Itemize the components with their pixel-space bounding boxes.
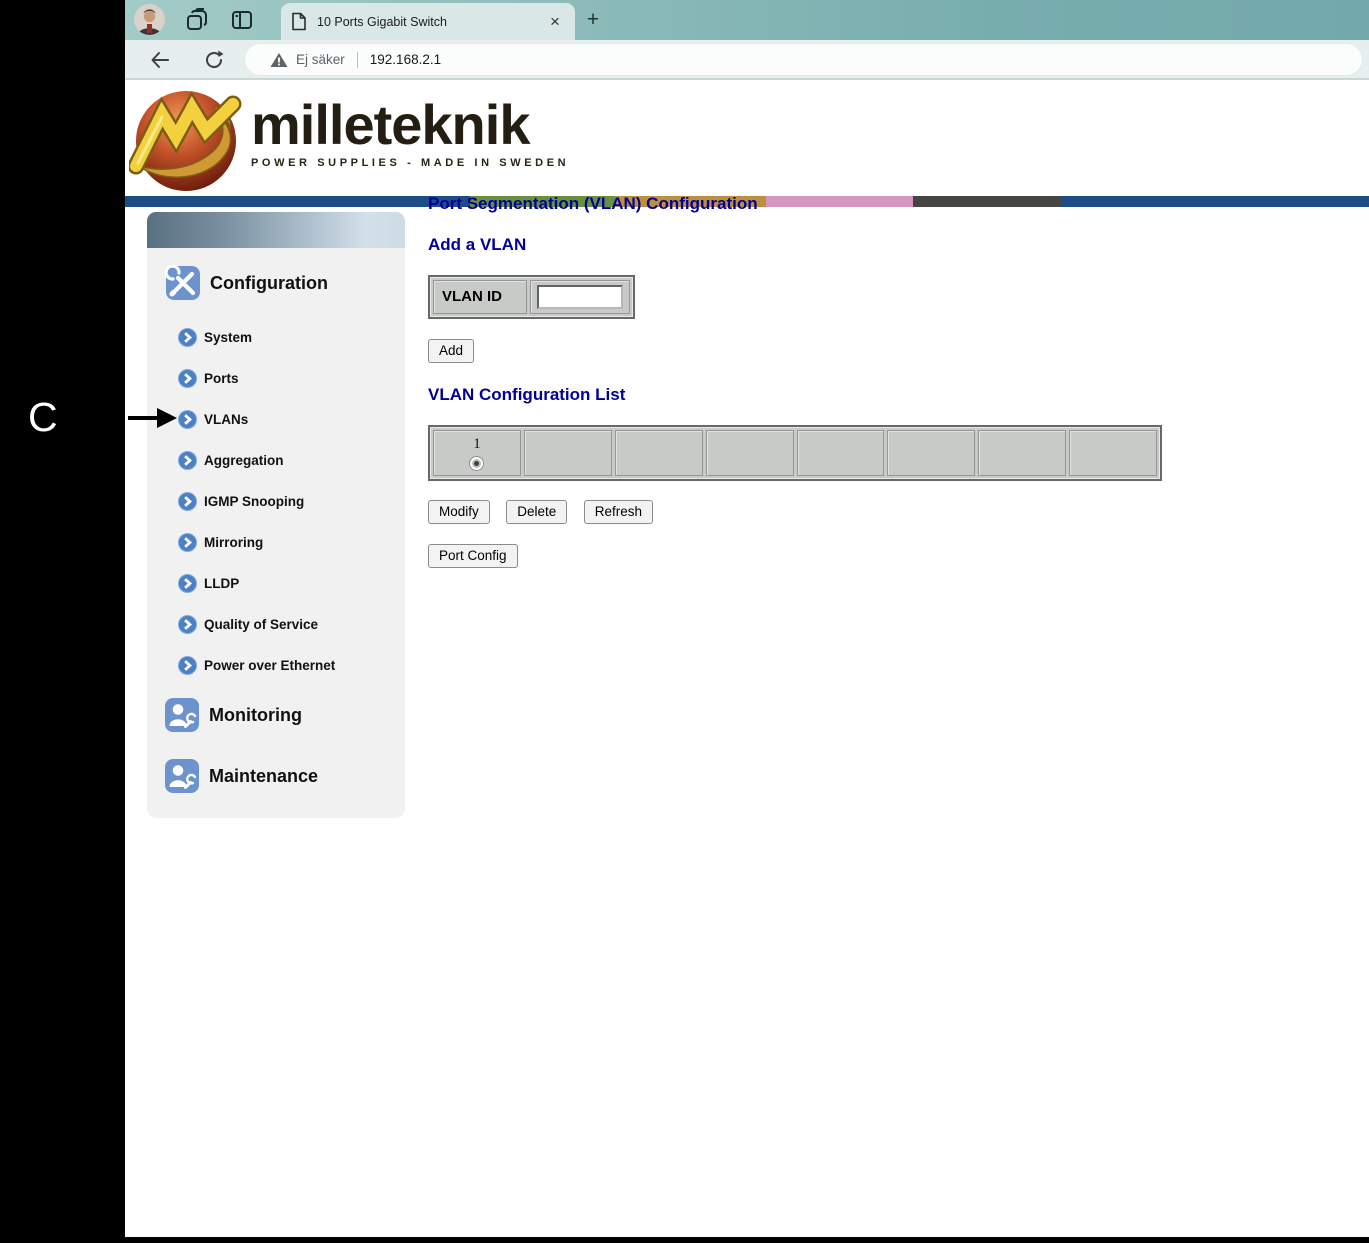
vlan-list-actions: Modify Delete Refresh xyxy=(428,500,1328,524)
web-page: milleteknik POWER SUPPLIES - MADE IN SWE… xyxy=(125,80,1369,1235)
vlan-cell-empty xyxy=(524,430,612,476)
chevron-circle-icon xyxy=(178,615,197,634)
sidebar-header xyxy=(147,212,405,248)
vlan-cell-empty xyxy=(615,430,703,476)
sidebar-item-igmp-snooping[interactable]: IGMP Snooping xyxy=(178,491,304,511)
sidebar-item-mirroring[interactable]: Mirroring xyxy=(178,532,263,552)
vlan-list-row: 1 xyxy=(433,430,1157,476)
brand-name: milleteknik xyxy=(251,98,569,151)
stripe-segment xyxy=(125,196,470,207)
add-vlan-heading: Add a VLAN xyxy=(428,235,1328,255)
active-tab[interactable]: 10 Ports Gigabit Switch × xyxy=(281,3,575,40)
tab-close-icon[interactable]: × xyxy=(545,12,565,32)
vlan-cell-empty xyxy=(1069,430,1157,476)
sidebar: Configuration System Ports VLANs Aggrega… xyxy=(147,212,405,818)
sidebar-item-label: IGMP Snooping xyxy=(204,494,304,509)
modify-button[interactable]: Modify xyxy=(428,500,490,524)
vlan-cell-empty xyxy=(706,430,794,476)
page-icon xyxy=(291,12,307,31)
sidebar-section-label: Configuration xyxy=(210,273,328,294)
vlan-list-heading: VLAN Configuration List xyxy=(428,385,1328,405)
annotation-label-c: C xyxy=(28,394,58,441)
url-text[interactable]: 192.168.2.1 xyxy=(370,52,441,67)
sidebar-item-label: Aggregation xyxy=(204,453,284,468)
sidebar-item-label: Quality of Service xyxy=(204,617,318,632)
new-tab-button[interactable]: + xyxy=(580,7,606,33)
back-icon[interactable] xyxy=(149,49,171,71)
sidebar-section-monitoring[interactable]: Monitoring xyxy=(164,697,302,733)
sidebar-item-vlans[interactable]: VLANs xyxy=(178,409,248,429)
tools-icon xyxy=(165,265,201,301)
brand-tagline: POWER SUPPLIES - MADE IN SWEDEN xyxy=(251,157,569,169)
chevron-circle-icon xyxy=(178,328,197,347)
browser-window: 10 Ports Gigabit Switch × + Ej xyxy=(125,0,1369,1237)
not-secure-warning-icon[interactable] xyxy=(270,52,288,68)
address-bar[interactable]: Ej säker 192.168.2.1 xyxy=(245,44,1362,75)
sidebar-item-aggregation[interactable]: Aggregation xyxy=(178,450,284,470)
vlan-id-label: VLAN ID xyxy=(440,288,504,305)
sidebar-item-label: Mirroring xyxy=(204,535,263,550)
person-wrench-icon xyxy=(164,758,200,794)
sidebar-item-label: Power over Ethernet xyxy=(204,658,335,673)
address-bar-row: Ej säker 192.168.2.1 xyxy=(125,40,1369,80)
chevron-circle-icon xyxy=(178,574,197,593)
reload-icon[interactable] xyxy=(203,49,225,71)
vlan-id-table: VLAN ID xyxy=(428,275,635,319)
refresh-button[interactable]: Refresh xyxy=(584,500,653,524)
sidebar-item-ports[interactable]: Ports xyxy=(178,368,239,388)
chevron-circle-icon xyxy=(178,410,197,429)
chevron-circle-icon xyxy=(178,451,197,470)
profile-avatar[interactable] xyxy=(134,4,165,35)
sidebar-item-label: LLDP xyxy=(204,576,239,591)
vlan-cell-empty xyxy=(978,430,1066,476)
chevron-circle-icon xyxy=(178,533,197,552)
vlan-select-radio[interactable] xyxy=(469,456,484,471)
annotation-arrow-icon xyxy=(127,403,179,433)
security-label[interactable]: Ej säker xyxy=(296,52,345,67)
vlan-id-input[interactable] xyxy=(537,285,623,309)
workspaces-icon[interactable] xyxy=(185,7,211,33)
person-wrench-icon xyxy=(164,697,200,733)
main-content: Port Segmentation (VLAN) Configuration A… xyxy=(428,194,1328,568)
tab-strip: 10 Ports Gigabit Switch × + xyxy=(125,0,1369,40)
chevron-circle-icon xyxy=(178,369,197,388)
sidebar-item-label: Ports xyxy=(204,371,239,386)
vlan-cell: 1 xyxy=(433,430,521,476)
vlan-cell-empty xyxy=(887,430,975,476)
sidebar-section-configuration[interactable]: Configuration xyxy=(165,265,328,301)
vlan-cell-empty xyxy=(797,430,885,476)
tab-title: 10 Ports Gigabit Switch xyxy=(317,15,545,29)
chevron-circle-icon xyxy=(178,492,197,511)
sidebar-item-power-over-ethernet[interactable]: Power over Ethernet xyxy=(178,655,335,675)
add-button[interactable]: Add xyxy=(428,339,474,363)
vlan-id-value: 1 xyxy=(434,436,520,453)
sidebar-section-maintenance[interactable]: Maintenance xyxy=(164,758,318,794)
sidebar-section-label: Monitoring xyxy=(209,705,302,726)
sidebar-item-label: System xyxy=(204,330,252,345)
sidebar-item-label: VLANs xyxy=(204,412,248,427)
sidebar-item-system[interactable]: System xyxy=(178,327,252,347)
milleteknik-logo: milleteknik POWER SUPPLIES - MADE IN SWE… xyxy=(129,86,569,196)
sidebar-item-lldp[interactable]: LLDP xyxy=(178,573,239,593)
tab-actions-icon[interactable] xyxy=(230,8,254,32)
logo-sphere-icon xyxy=(129,86,245,196)
delete-button[interactable]: Delete xyxy=(506,500,567,524)
sidebar-section-label: Maintenance xyxy=(209,766,318,787)
vlan-list-table: 1 xyxy=(428,425,1162,481)
port-config-button[interactable]: Port Config xyxy=(428,544,518,568)
avatar-image xyxy=(134,4,165,35)
sidebar-item-quality-of-service[interactable]: Quality of Service xyxy=(178,614,318,634)
address-divider xyxy=(357,52,358,68)
page-title: Port Segmentation (VLAN) Configuration xyxy=(428,194,1328,214)
chevron-circle-icon xyxy=(178,656,197,675)
